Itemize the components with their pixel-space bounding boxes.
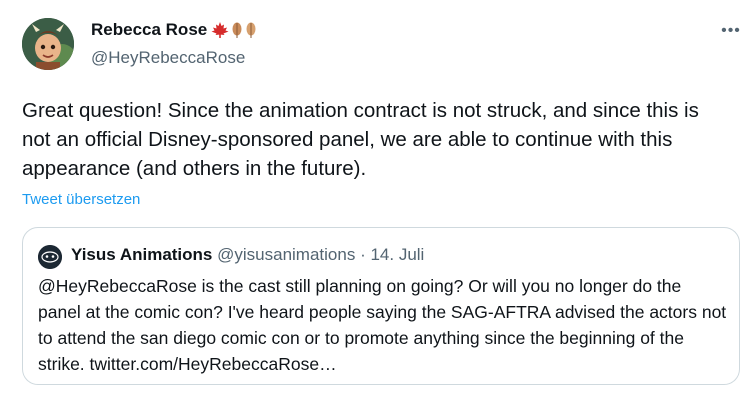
quote-author-handle[interactable]: @yisusanimations <box>217 245 355 264</box>
quote-header: Yisus Animations @yisusanimations · 14. … <box>71 245 424 265</box>
author-name[interactable]: Rebecca Rose <box>91 20 258 40</box>
author-handle[interactable]: @HeyRebeccaRose <box>91 48 245 68</box>
quote-author-avatar[interactable] <box>38 245 62 269</box>
quote-separator: · <box>360 245 366 264</box>
quote-author-name[interactable]: Yisus Animations <box>71 245 212 264</box>
author-avatar[interactable] <box>22 18 74 70</box>
quoted-tweet[interactable]: Yisus Animations @yisusanimations · 14. … <box>22 227 740 385</box>
autumn-leaf-icon <box>246 22 256 38</box>
more-icon[interactable]: ••• <box>720 22 742 40</box>
autumn-leaf-icon <box>232 22 242 38</box>
name-emoji <box>210 21 258 39</box>
quote-date[interactable]: 14. Juli <box>370 245 424 264</box>
author-name-text: Rebecca Rose <box>91 20 208 39</box>
quote-avatar-image <box>38 245 62 269</box>
avatar-image <box>22 18 74 70</box>
tweet-card: Rebecca Rose @HeyRebeccaRose ••• Great q… <box>0 0 755 401</box>
translate-link[interactable]: Tweet übersetzen <box>22 191 140 208</box>
maple-leaf-icon <box>211 22 229 38</box>
tweet-text: Great question! Since the animation cont… <box>22 99 699 180</box>
quote-text: @HeyRebeccaRose is the cast still planni… <box>38 276 727 374</box>
